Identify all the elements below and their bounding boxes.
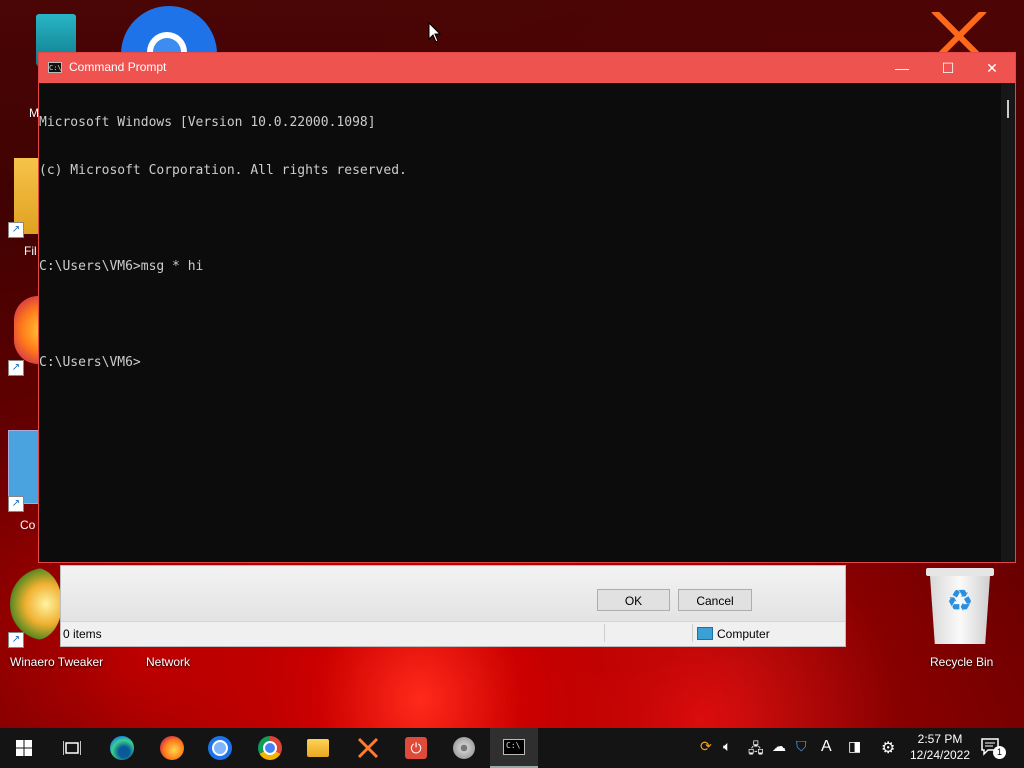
shortcut-arrow-icon: ↗ — [8, 632, 24, 648]
close-button[interactable]: ✕ — [969, 53, 1015, 83]
taskbar-command-prompt[interactable]: C:\ — [490, 728, 538, 768]
close-x-desktop-icon[interactable] — [916, 12, 1004, 56]
desktop-icon-partial-label-co: Co — [20, 518, 36, 532]
volume-icon[interactable]: 🔈︎ — [723, 738, 731, 755]
disc-icon — [453, 737, 475, 759]
status-divider — [604, 624, 605, 642]
folder-icon — [307, 739, 329, 757]
taskbar-winaero-x[interactable] — [344, 728, 392, 768]
vertical-scrollbar[interactable] — [1001, 83, 1015, 562]
clock-time: 2:57 PM — [917, 732, 963, 746]
background-dialog: OK Cancel 0 items Computer — [60, 565, 846, 647]
maximize-button[interactable]: ☐ — [925, 53, 971, 83]
recycle-bin-icon[interactable]: ♻ — [926, 568, 994, 644]
onedrive-icon[interactable]: ☁ — [772, 738, 786, 755]
shortcut-arrow-icon: ↗ — [8, 496, 24, 512]
start-button[interactable] — [0, 728, 48, 768]
command-prompt-window[interactable]: C:\ Command Prompt — ☐ ✕ Microsoft Windo… — [38, 52, 1016, 563]
minimize-button[interactable]: — — [879, 53, 925, 83]
status-item-count: 0 items — [63, 627, 102, 641]
mouse-pointer-icon — [428, 22, 442, 43]
security-shield-icon[interactable]: ⛉ — [796, 738, 807, 755]
task-view-icon — [63, 741, 81, 755]
cancel-button[interactable]: Cancel — [678, 589, 752, 611]
status-divider — [692, 624, 693, 642]
network-tray-icon[interactable]: 🖧 — [748, 738, 764, 762]
taskbar-file-explorer[interactable] — [294, 728, 342, 768]
notification-center-button[interactable]: 1 — [980, 736, 1010, 760]
status-location: Computer — [697, 627, 770, 641]
taskbar-firefox[interactable] — [148, 728, 196, 768]
ok-button[interactable]: OK — [597, 589, 670, 611]
console-line: C:\Users\VM6>msg * hi — [39, 259, 204, 274]
task-view-button[interactable] — [48, 728, 96, 768]
taskbar-chrome[interactable] — [246, 728, 294, 768]
command-prompt-icon: C:\ — [48, 62, 62, 73]
winaero-tweaker-icon[interactable] — [10, 568, 62, 640]
network-label: Network — [146, 655, 191, 669]
update-icon[interactable]: ⟳ — [700, 738, 712, 755]
input-language-icon[interactable]: A — [821, 738, 832, 756]
taskbar-power-app[interactable]: ⏻ — [392, 728, 440, 768]
windows-logo-icon — [16, 740, 32, 756]
console-line: C:\Users\VM6> — [39, 355, 141, 370]
chromium-icon — [208, 736, 232, 760]
console-output[interactable]: Microsoft Windows [Version 10.0.22000.10… — [39, 83, 1001, 562]
console-line: (c) Microsoft Corporation. All rights re… — [39, 163, 407, 178]
power-icon: ⏻ — [405, 737, 427, 759]
window-title: Command Prompt — [69, 60, 167, 74]
taskbar-disc-app[interactable] — [440, 728, 488, 768]
taskbar: ⏻ C:\ ⟳ 🔈︎ 🖧 ☁ ⛉ A ◨ ⚙ 2:57 PM 12/24/202… — [0, 728, 1024, 768]
winaero-tweaker-label: Winaero Tweaker — [10, 655, 104, 669]
firefox-desktop-icon[interactable] — [14, 296, 38, 364]
recycle-bin-label: Recycle Bin — [930, 655, 994, 669]
status-location-label: Computer — [717, 627, 770, 641]
dialog-button-bar: OK Cancel — [61, 566, 845, 621]
taskbar-edge[interactable] — [98, 728, 146, 768]
dialog-status-bar: 0 items Computer — [61, 621, 845, 646]
settings-gear-icon[interactable]: ⚙ — [881, 738, 895, 758]
taskbar-clock[interactable]: 2:57 PM 12/24/2022 — [904, 731, 976, 763]
firefox-icon — [160, 736, 184, 760]
control-panel-desktop-icon[interactable] — [8, 430, 40, 504]
shortcut-arrow-icon: ↗ — [8, 222, 24, 238]
shortcut-arrow-icon: ↗ — [8, 360, 24, 376]
taskbar-chromium[interactable] — [196, 728, 244, 768]
computer-icon — [697, 627, 713, 640]
terminal-icon: C:\ — [503, 739, 525, 755]
notification-count-badge: 1 — [993, 746, 1006, 759]
edge-icon — [110, 736, 134, 760]
orange-x-icon — [357, 737, 379, 759]
clock-date: 12/24/2022 — [909, 748, 971, 762]
console-line: Microsoft Windows [Version 10.0.22000.10… — [39, 115, 376, 130]
scrollbar-thumb[interactable] — [1007, 100, 1009, 118]
chrome-icon — [258, 736, 282, 760]
window-titlebar[interactable]: C:\ Command Prompt — ☐ ✕ — [39, 53, 1015, 83]
app-tray-icon[interactable]: ◨ — [848, 738, 861, 755]
desktop-icon-partial-label-fil: Fil — [24, 244, 37, 258]
